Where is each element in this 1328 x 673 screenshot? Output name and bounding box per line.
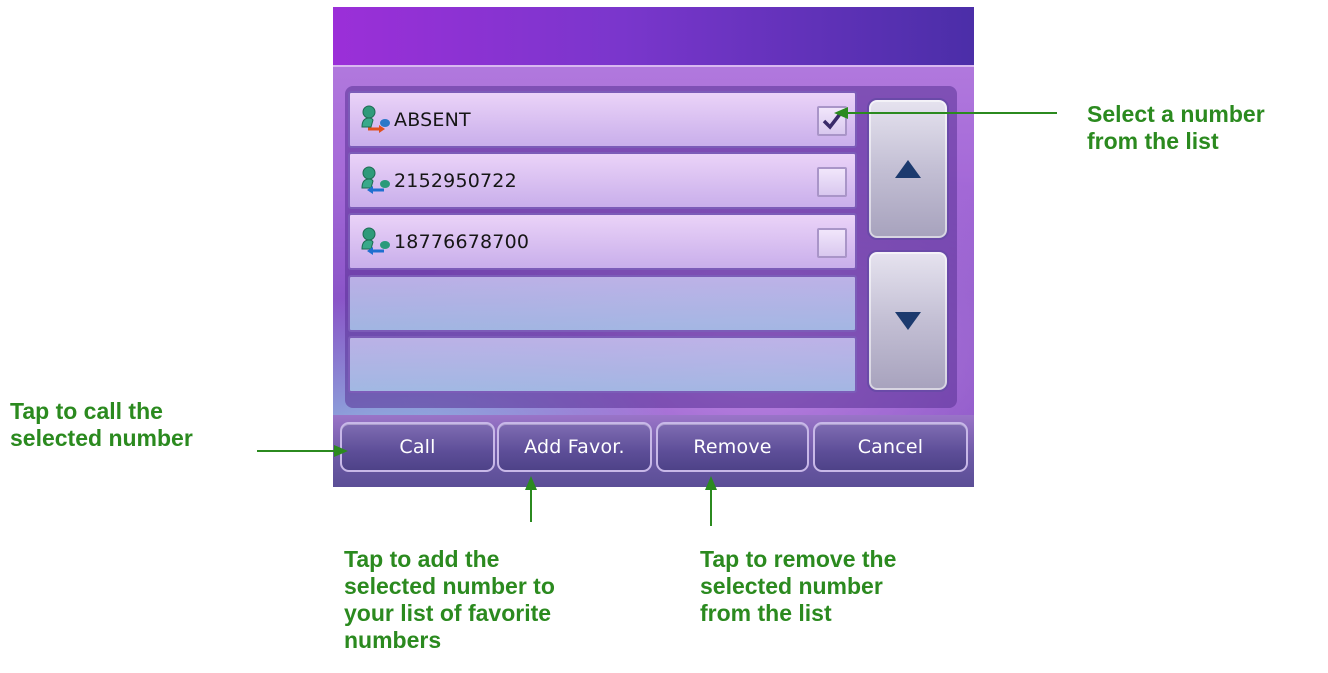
annotation-line: Tap to add the	[344, 546, 500, 572]
annotation-line: selected number	[700, 573, 883, 599]
annotation-line: selected number to	[344, 573, 555, 599]
annotation-line: Tap to call the	[10, 398, 163, 424]
annotation-add: Tap to add the selected number to your l…	[344, 546, 555, 654]
annotation-remove: Tap to remove the selected number from t…	[700, 546, 896, 627]
annotation-line: from the list	[1087, 128, 1219, 154]
annotation-call: Tap to call the selected number	[10, 398, 193, 452]
annotation-line: numbers	[344, 627, 442, 653]
annotation-line: Select a number	[1087, 101, 1265, 127]
annotation-select: Select a number from the list	[1087, 101, 1265, 155]
annotation-line: your list of favorite	[344, 600, 552, 626]
annotation-line: selected number	[10, 425, 193, 451]
annotation-line: from the list	[700, 600, 832, 626]
annotation-line: Tap to remove the	[700, 546, 897, 572]
